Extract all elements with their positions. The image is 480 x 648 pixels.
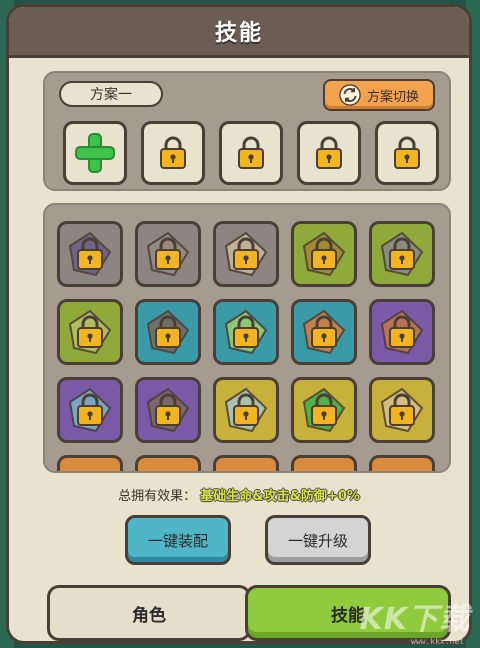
plan-slot-locked[interactable] (141, 121, 205, 185)
lock-icon (77, 237, 103, 270)
skill-slot[interactable] (369, 455, 435, 471)
skill-slot[interactable] (135, 455, 201, 471)
lock-icon (155, 315, 181, 348)
watermark-url: www.kkx.net (411, 637, 464, 646)
panel-header: 技能 (9, 7, 469, 58)
skill-slot[interactable] (291, 377, 357, 443)
auto-upgrade-button[interactable]: 一键升级 (265, 515, 371, 565)
lock-icon (155, 393, 181, 426)
skill-panel: 技能 方案一 方案切换 总拥有效果： 基础生命&攻击&防御+0% 一键装配 一键… (6, 4, 472, 644)
skill-slot[interactable] (213, 455, 279, 471)
lock-icon (77, 393, 103, 426)
plan-slot-add[interactable] (63, 121, 127, 185)
skill-slot[interactable] (135, 221, 201, 287)
plan-slot-locked[interactable] (297, 121, 361, 185)
plan-slot-locked[interactable] (375, 121, 439, 185)
skill-slot[interactable] (57, 455, 123, 471)
skill-slot[interactable] (213, 377, 279, 443)
lock-icon (155, 237, 181, 270)
plan-section: 方案一 方案切换 (43, 71, 451, 191)
tab-role[interactable]: 角色 (47, 585, 251, 641)
lock-icon (311, 315, 337, 348)
auto-equip-button[interactable]: 一键装配 (125, 515, 231, 565)
skill-slot[interactable] (57, 377, 123, 443)
skill-slot[interactable] (369, 299, 435, 365)
lock-icon (316, 136, 342, 169)
skill-slot[interactable] (213, 221, 279, 287)
lock-icon (394, 136, 420, 169)
lock-icon (233, 393, 259, 426)
plan-label: 方案一 (59, 81, 163, 107)
skill-slot[interactable] (135, 377, 201, 443)
lock-icon (238, 136, 264, 169)
skill-slot[interactable] (57, 221, 123, 287)
total-effect-value: 基础生命&攻击&防御+0% (200, 489, 360, 504)
skill-slot[interactable] (291, 221, 357, 287)
lock-icon (160, 136, 186, 169)
page-title: 技能 (214, 21, 263, 46)
lock-icon (311, 237, 337, 270)
skill-slot[interactable] (291, 299, 357, 365)
lock-icon (389, 315, 415, 348)
lock-icon (233, 237, 259, 270)
total-effect-label: 总拥有效果： (118, 489, 197, 504)
lock-icon (77, 315, 103, 348)
total-effect: 总拥有效果： 基础生命&攻击&防御+0% (9, 485, 469, 504)
lock-icon (389, 237, 415, 270)
switch-plan-label: 方案切换 (366, 89, 419, 105)
skill-slot[interactable] (135, 299, 201, 365)
refresh-icon (339, 84, 361, 106)
plan-slot-locked[interactable] (219, 121, 283, 185)
skill-grid (43, 203, 451, 473)
skill-slot[interactable] (291, 455, 357, 471)
watermark-logo: KK下载 (359, 602, 470, 637)
skill-slot[interactable] (213, 299, 279, 365)
plus-icon (75, 133, 115, 173)
skill-slot[interactable] (369, 221, 435, 287)
lock-icon (311, 393, 337, 426)
skill-slot[interactable] (369, 377, 435, 443)
lock-icon (233, 315, 259, 348)
lock-icon (389, 393, 415, 426)
skill-slot[interactable] (57, 299, 123, 365)
switch-plan-button[interactable]: 方案切换 (323, 79, 435, 111)
